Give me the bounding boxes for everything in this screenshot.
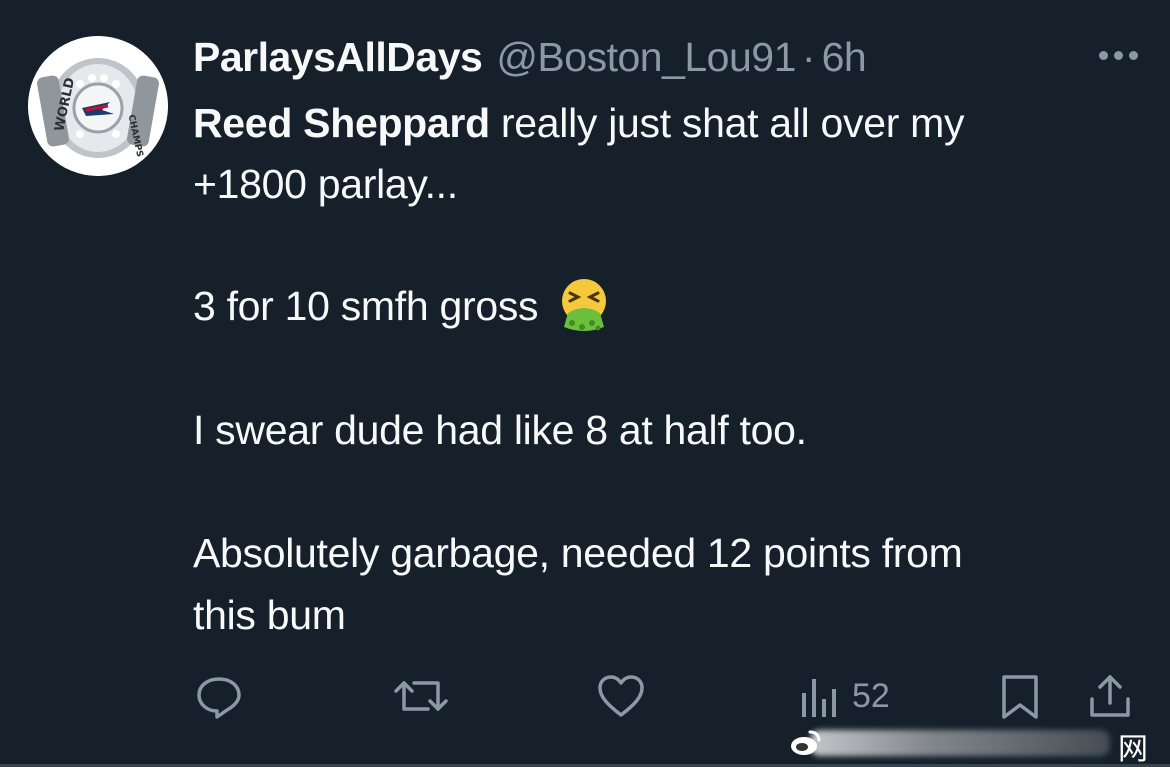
tweet-text-line: Absolutely garbage, needed 12 points fro… xyxy=(193,530,963,576)
separator-dot: · xyxy=(801,34,816,80)
action-bar: 52 xyxy=(0,668,1170,728)
championship-ring-icon: WORLD CHAMPS xyxy=(28,36,168,176)
vomiting-face-emoji-icon xyxy=(558,277,610,333)
tweet-text-line: 3 for 10 smfh gross xyxy=(193,277,1133,337)
views-count: 52 xyxy=(852,676,890,715)
like-button[interactable] xyxy=(596,668,646,724)
tweet-header: ParlaysAllDays @Boston_Lou91 · 6h xyxy=(193,34,867,82)
reply-button[interactable] xyxy=(194,668,244,724)
tweet-text-line: this bum xyxy=(193,592,346,638)
views-button[interactable]: 52 xyxy=(798,668,890,724)
tweet-text-fragment: 3 for 10 smfh gross xyxy=(193,283,539,329)
user-handle[interactable]: @Boston_Lou91 xyxy=(496,34,796,81)
share-button[interactable] xyxy=(1086,668,1134,724)
more-icon-dot xyxy=(1113,50,1123,60)
reply-icon xyxy=(197,677,241,719)
more-icon-dot xyxy=(1128,50,1138,60)
bookmark-icon xyxy=(1002,675,1038,719)
tweet-text-line: +1800 parlay... xyxy=(193,161,458,207)
watermark: 网 xyxy=(788,722,1168,767)
bookmark-button[interactable] xyxy=(998,668,1042,724)
views-icon xyxy=(802,679,836,717)
avatar[interactable]: WORLD CHAMPS xyxy=(28,36,168,176)
watermark-char: 网 xyxy=(1118,732,1148,767)
more-options-button[interactable] xyxy=(1088,40,1148,70)
share-icon xyxy=(1090,675,1130,717)
retweet-button[interactable] xyxy=(392,668,450,724)
tweet-card[interactable]: WORLD CHAMPS ParlaysAllDays @Boston_Lou9… xyxy=(0,0,1170,767)
display-name[interactable]: ParlaysAllDays xyxy=(193,34,483,81)
watermark-blur xyxy=(810,730,1110,756)
more-icon-dot xyxy=(1098,50,1108,60)
tweet-text-line: Reed Sheppard really just shat all over … xyxy=(193,94,1133,153)
like-icon xyxy=(598,675,644,717)
timestamp[interactable]: 6h xyxy=(822,34,867,81)
tweet-text-fragment: really just shat all over my xyxy=(489,100,965,146)
weibo-logo-icon xyxy=(791,730,821,755)
tweet-text-line: I swear dude had like 8 at half too. xyxy=(193,407,807,453)
mentioned-name: Reed Sheppard xyxy=(193,100,490,146)
retweet-icon xyxy=(394,681,448,711)
